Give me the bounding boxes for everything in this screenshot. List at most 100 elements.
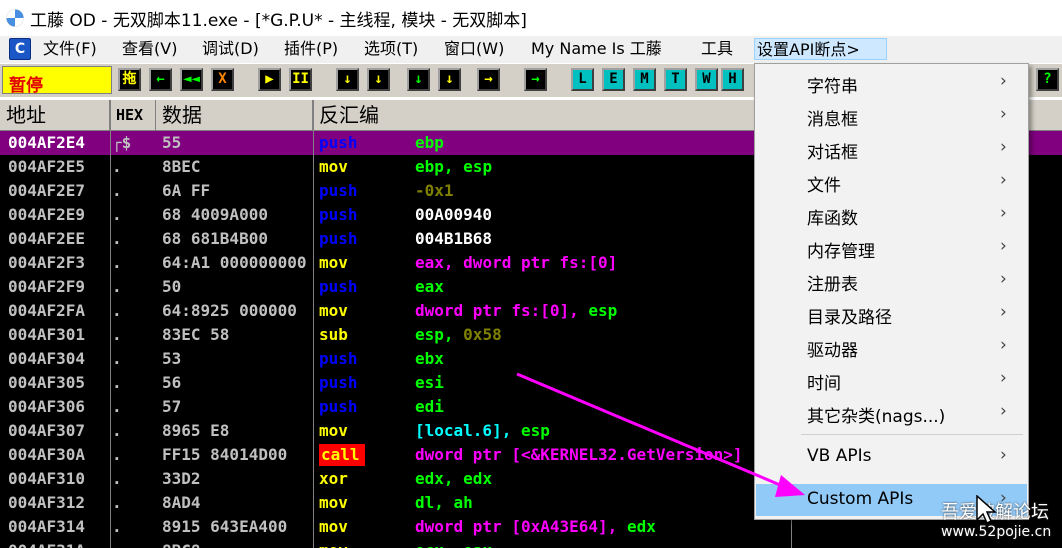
submenu-item-label: 驱动器 <box>807 341 858 361</box>
chevron-right-icon: › <box>1000 236 1007 256</box>
row-mnemonic: push <box>319 181 358 200</box>
submenu-item[interactable]: 对话框 › <box>756 133 1027 165</box>
row-address: 004AF305 <box>8 373 86 392</box>
row-address: 004AF2E9 <box>8 205 86 224</box>
submenu-item[interactable]: 时间 › <box>756 364 1027 396</box>
toolbar-handles-button[interactable]: H <box>721 68 744 91</box>
row-marker: . <box>112 517 122 536</box>
row-marker: . <box>112 253 122 272</box>
row-hex: 8BEC <box>162 157 201 176</box>
row-address: 004AF2F3 <box>8 253 86 272</box>
submenu-item[interactable]: 消息框 › <box>756 100 1027 132</box>
row-operands: ecx, eax <box>415 540 1062 548</box>
row-mnemonic: call <box>319 444 365 466</box>
row-address: 004AF2E5 <box>8 157 86 176</box>
submenu-item[interactable]: 内存管理 › <box>756 232 1027 264</box>
row-mnemonic: mov <box>319 157 348 176</box>
toolbar-close-button[interactable]: X <box>211 68 234 91</box>
row-address: 004AF2F9 <box>8 277 86 296</box>
chevron-right-icon: › <box>1000 269 1007 289</box>
row-hex: 56 <box>162 373 182 392</box>
menu-separator <box>801 434 1023 435</box>
toolbar-step-over-button[interactable]: ↓ <box>367 68 390 91</box>
menu-plugins[interactable]: 插件(P) <box>282 38 340 60</box>
column-address[interactable]: 地址 <box>0 100 110 131</box>
row-address: 004AF301 <box>8 325 86 344</box>
row-hex: 8AD4 <box>162 493 201 512</box>
toolbar-memory-button[interactable]: M <box>633 68 656 91</box>
row-hex: FF15 84014D00 <box>162 445 288 464</box>
toolbar-windows-button[interactable]: W <box>695 68 718 91</box>
status-indicator: 暂停 <box>2 66 112 96</box>
row-address: 004AF312 <box>8 493 86 512</box>
row-address: 004AF2E4 <box>8 133 86 152</box>
row-mnemonic: mov <box>319 301 348 320</box>
menu-file[interactable]: 文件(F) <box>41 38 99 60</box>
watermark-url: www.52pojie.cn <box>941 524 1052 540</box>
menu-api-breakpoints[interactable]: 设置API断点> <box>754 38 887 60</box>
toolbar-trace-into-button[interactable]: ↓ <box>407 68 430 91</box>
menu-debug[interactable]: 调试(D) <box>200 38 261 60</box>
submenu-item[interactable]: 库函数 › <box>756 199 1027 231</box>
toolbar-step-back-button[interactable]: ← <box>149 68 172 91</box>
toolbar-drag-button[interactable]: 拖 <box>118 68 141 91</box>
row-hex: 53 <box>162 349 182 368</box>
row-marker: . <box>112 301 122 320</box>
row-marker: . <box>112 373 122 392</box>
window-title: 工藤 OD - 无双脚本11.exe - [*G.P.U* - 主线程, 模块 … <box>30 11 527 31</box>
submenu-item[interactable]: 目录及路径 › <box>756 298 1027 330</box>
chevron-right-icon: › <box>1000 71 1007 91</box>
row-mnemonic: sub <box>319 325 348 344</box>
toolbar-go-to-user-button[interactable]: → <box>524 68 547 91</box>
submenu-item[interactable]: 字符串 › <box>756 67 1027 99</box>
row-hex: 8965 E8 <box>162 421 230 440</box>
row-hex: 64:A1 000000000 <box>162 253 307 272</box>
column-data[interactable]: 数据 <box>156 100 313 131</box>
disasm-row[interactable]: 004AF31A. 8BC8 mov ecx, eax <box>0 539 1062 548</box>
chevron-right-icon: › <box>1000 368 1007 388</box>
api-breakpoint-submenu: 字符串 › 消息框 › 对话框 › 文件 › 库函数 › 内存管理 › 注册表 › 目录及路径 › 驱动器 › 时间… <box>754 63 1029 520</box>
row-mnemonic: push <box>319 205 358 224</box>
toolbar-help-button[interactable]: ? <box>1036 68 1059 91</box>
row-marker: . <box>112 445 122 464</box>
submenu-item[interactable]: 文件 › <box>756 166 1027 198</box>
toolbar-log-button[interactable]: L <box>571 68 594 91</box>
submenu-item-label: 注册表 <box>807 275 858 295</box>
row-hex: 83EC 58 <box>162 325 230 344</box>
menu-app-icon[interactable]: C <box>9 38 31 60</box>
submenu-item[interactable]: 其它杂类(nags...) › <box>756 397 1027 429</box>
menu-window[interactable]: 窗口(W) <box>442 38 506 60</box>
row-mnemonic: xor <box>319 469 348 488</box>
row-hex: 50 <box>162 277 182 296</box>
row-marker: . <box>112 277 122 296</box>
column-hex[interactable]: HEX <box>110 100 156 131</box>
row-marker: . <box>112 229 122 248</box>
submenu-item[interactable]: 注册表 › <box>756 265 1027 297</box>
submenu-item-label: Custom APIs <box>807 489 914 509</box>
menu-my-name[interactable]: My Name Is 工藤 <box>529 38 664 60</box>
chevron-right-icon: › <box>1000 302 1007 322</box>
toolbar-pause-button[interactable]: II <box>289 68 312 91</box>
divider <box>110 100 111 548</box>
row-address: 004AF2E7 <box>8 181 86 200</box>
toolbar-rewind-button[interactable]: ◄◄ <box>180 68 203 91</box>
submenu-item-label: 消息框 <box>807 110 858 130</box>
title-bar: 工藤 OD - 无双脚本11.exe - [*G.P.U* - 主线程, 模块 … <box>0 0 1062 36</box>
toolbar-trace-over-button[interactable]: ↓ <box>438 68 461 91</box>
toolbar-execute-till-return-button[interactable]: → <box>477 68 500 91</box>
toolbar-threads-button[interactable]: T <box>664 68 687 91</box>
row-hex: 6A FF <box>162 181 211 200</box>
menu-options[interactable]: 选项(T) <box>362 38 420 60</box>
toolbar-exec-modules-button[interactable]: E <box>602 68 625 91</box>
toolbar-run-button[interactable]: ▶ <box>258 68 281 91</box>
row-mnemonic: push <box>319 349 358 368</box>
submenu-item[interactable]: 驱动器 › <box>756 331 1027 363</box>
row-address: 004AF314 <box>8 517 86 536</box>
menu-view[interactable]: 查看(V) <box>120 38 179 60</box>
menu-tools[interactable]: 工具 <box>699 38 735 60</box>
row-hex: 64:8925 000000 <box>162 301 297 320</box>
submenu-item[interactable]: VB APIs › <box>756 441 1027 473</box>
toolbar-step-into-button[interactable]: ↓ <box>336 68 359 91</box>
row-mnemonic: mov <box>319 540 369 548</box>
row-marker: . <box>112 181 122 200</box>
